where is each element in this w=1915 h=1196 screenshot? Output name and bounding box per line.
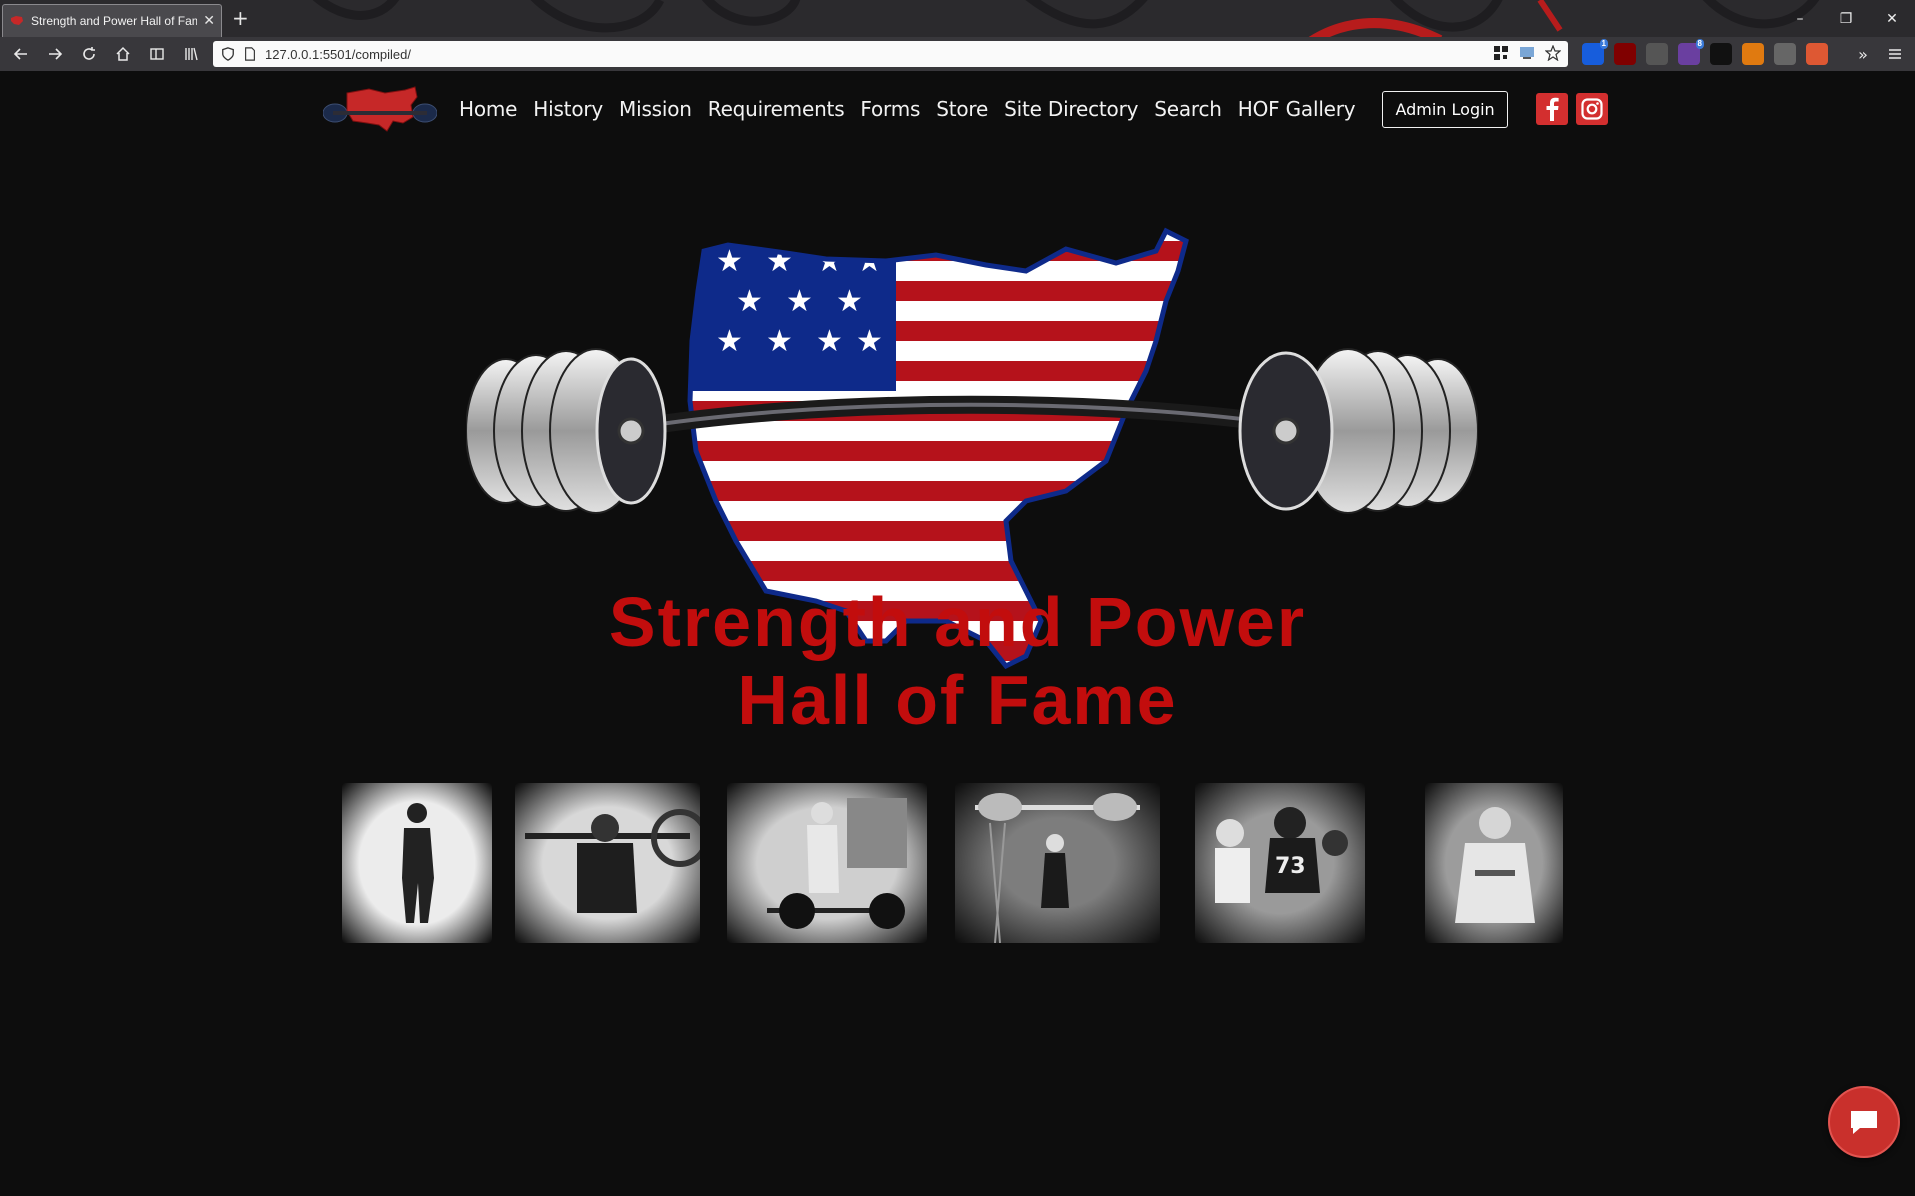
instagram-icon[interactable] — [1575, 93, 1608, 125]
gallery-photo-olympic-lift[interactable] — [955, 783, 1160, 943]
menu-item-forms[interactable]: Forms — [860, 97, 920, 121]
url-bar[interactable]: 127.0.0.1:5501/compiled/ — [213, 41, 1568, 67]
main-menu: Home History Mission Requirements Forms … — [459, 97, 1371, 121]
page-icon — [245, 47, 255, 61]
menu-item-history[interactable]: History — [533, 97, 603, 121]
browser-navbar: 127.0.0.1:5501/compiled/ 18 » — [0, 37, 1915, 71]
extension-badge: 1 — [1599, 39, 1608, 49]
site-navigation: Home History Mission Requirements Forms … — [323, 83, 1608, 135]
svg-text:★: ★ — [736, 284, 763, 319]
menu-item-hof-gallery[interactable]: HOF Gallery — [1238, 97, 1356, 121]
hero-title-line-2: Hall of Fame — [737, 661, 1178, 739]
menu-item-requirements[interactable]: Requirements — [708, 97, 845, 121]
gallery-photo-man[interactable] — [1425, 783, 1563, 943]
svg-text:★: ★ — [836, 284, 863, 319]
menu-item-site-directory[interactable]: Site Directory — [1004, 97, 1138, 121]
qr-code-icon[interactable] — [1492, 44, 1510, 62]
gallery-photo-lifter-bar[interactable] — [515, 783, 700, 943]
bitwarden-icon[interactable]: 1 — [1582, 39, 1608, 65]
tab-manager-icon[interactable]: 8 — [1678, 39, 1704, 65]
tampermonkey-icon[interactable] — [1710, 43, 1732, 65]
menu-item-store[interactable]: Store — [936, 97, 988, 121]
menu-item-mission[interactable]: Mission — [619, 97, 692, 121]
site-favicon-icon — [11, 16, 23, 25]
gallery-strip: 73 — [0, 783, 1915, 953]
extension-badge: 8 — [1695, 39, 1704, 49]
sidebar-icon[interactable] — [144, 42, 170, 66]
browser-tab[interactable]: Strength and Power Hall of Fam ✕ — [2, 4, 222, 37]
menu-icon[interactable] — [1882, 42, 1908, 66]
forward-icon[interactable] — [42, 42, 68, 66]
menu-item-home[interactable]: Home — [459, 97, 517, 121]
facebook-icon[interactable] — [1535, 93, 1568, 125]
svg-text:★: ★ — [716, 324, 743, 359]
browser-titlebar: Strength and Power Hall of Fam ✕ + – ❐ ✕ — [0, 0, 1915, 37]
reload-icon[interactable] — [76, 42, 102, 66]
reader-icon[interactable] — [1774, 43, 1796, 65]
reader-view-icon[interactable] — [1518, 44, 1536, 62]
svg-text:★: ★ — [766, 324, 793, 359]
bookmark-star-icon[interactable] — [1544, 44, 1562, 62]
shield-icon[interactable] — [221, 47, 235, 61]
chat-widget-button[interactable] — [1828, 1086, 1900, 1158]
gallery-photo-football[interactable]: 73 — [1195, 783, 1365, 943]
gallery-photo-deadlift[interactable] — [727, 783, 927, 943]
duckduckgo-icon[interactable] — [1806, 43, 1828, 65]
new-tab-button[interactable]: + — [232, 6, 249, 30]
home-icon[interactable] — [110, 42, 136, 66]
url-text[interactable]: 127.0.0.1:5501/compiled/ — [265, 47, 411, 62]
svg-text:★: ★ — [786, 284, 813, 319]
svg-text:★: ★ — [816, 324, 843, 359]
site-logo[interactable] — [323, 83, 437, 135]
svg-text:73: 73 — [1275, 854, 1306, 879]
extensions-toolbar: 18 — [1582, 39, 1828, 65]
social-links — [1535, 93, 1608, 125]
gallery-photo-woman-pose[interactable] — [342, 783, 492, 943]
tab-close-icon[interactable]: ✕ — [203, 13, 215, 29]
admin-login-button[interactable]: Admin Login — [1382, 90, 1508, 128]
back-icon[interactable] — [8, 42, 34, 66]
overflow-chevrons-icon[interactable]: » — [1850, 42, 1876, 66]
library-icon[interactable] — [178, 42, 204, 66]
minimize-icon[interactable]: – — [1777, 0, 1823, 37]
ublock-icon[interactable] — [1614, 43, 1636, 65]
menu-item-search[interactable]: Search — [1154, 97, 1222, 121]
restore-icon[interactable]: ❐ — [1823, 0, 1869, 37]
page-body: Home History Mission Requirements Forms … — [0, 71, 1915, 1196]
hero-title: Strength and Power Hall of Fame — [0, 583, 1915, 739]
hero-title-line-1: Strength and Power — [608, 583, 1307, 661]
fox-icon[interactable] — [1742, 43, 1764, 65]
svg-text:★: ★ — [856, 324, 883, 359]
chat-bubble-icon — [1851, 1111, 1877, 1134]
url-bar-actions — [1492, 44, 1562, 62]
close-window-icon[interactable]: ✕ — [1869, 0, 1915, 37]
screenshot-icon[interactable] — [1646, 43, 1668, 65]
window-controls: – ❐ ✕ — [1777, 0, 1915, 37]
tab-title: Strength and Power Hall of Fam — [31, 14, 198, 28]
browser-theme-swirl — [312, 0, 1820, 37]
